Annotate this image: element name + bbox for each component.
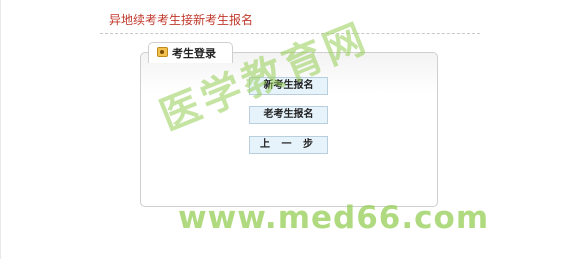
panel-tab-label: 考生登录 — [172, 47, 216, 60]
user-card-icon — [157, 47, 168, 57]
left-border — [0, 0, 1, 259]
page-title: 异地续考考生接新考生报名 — [109, 13, 254, 27]
watermark-url: www.med66.com — [178, 200, 490, 236]
previous-step-button[interactable]: 上 一 步 — [249, 136, 328, 154]
returning-candidate-register-button[interactable]: 老考生报名 — [249, 106, 328, 124]
